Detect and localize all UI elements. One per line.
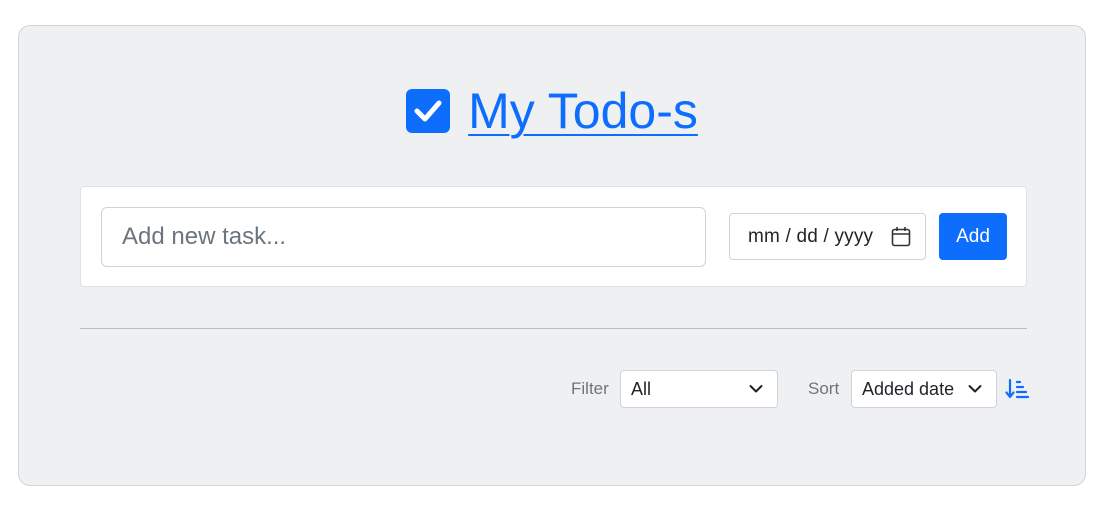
sort-select[interactable]: Added date [851, 370, 997, 408]
divider [80, 328, 1027, 329]
calendar-icon[interactable] [891, 226, 911, 248]
filter-label: Filter [571, 379, 609, 398]
todo-card: My Todo-s mm / dd / yyyy Add Filter All [18, 25, 1086, 486]
add-task-button[interactable]: Add [939, 213, 1007, 260]
page-title-link[interactable]: My Todo-s [468, 81, 698, 141]
sort-select-value: Added date [862, 378, 955, 399]
filter-select[interactable]: All [620, 370, 778, 408]
filter-select-value: All [631, 378, 652, 399]
checkbox-checked-icon [406, 89, 451, 133]
chevron-down-icon [968, 384, 982, 394]
sort-numeric-down-icon[interactable] [1005, 377, 1030, 401]
new-task-input[interactable] [101, 207, 706, 267]
chevron-down-icon [749, 384, 763, 394]
sort-label: Sort [808, 379, 840, 398]
date-placeholder: mm / dd / yyyy [748, 225, 874, 247]
add-task-panel: mm / dd / yyyy Add [80, 186, 1027, 287]
due-date-input[interactable]: mm / dd / yyyy [729, 213, 926, 260]
header: My Todo-s [19, 81, 1085, 141]
